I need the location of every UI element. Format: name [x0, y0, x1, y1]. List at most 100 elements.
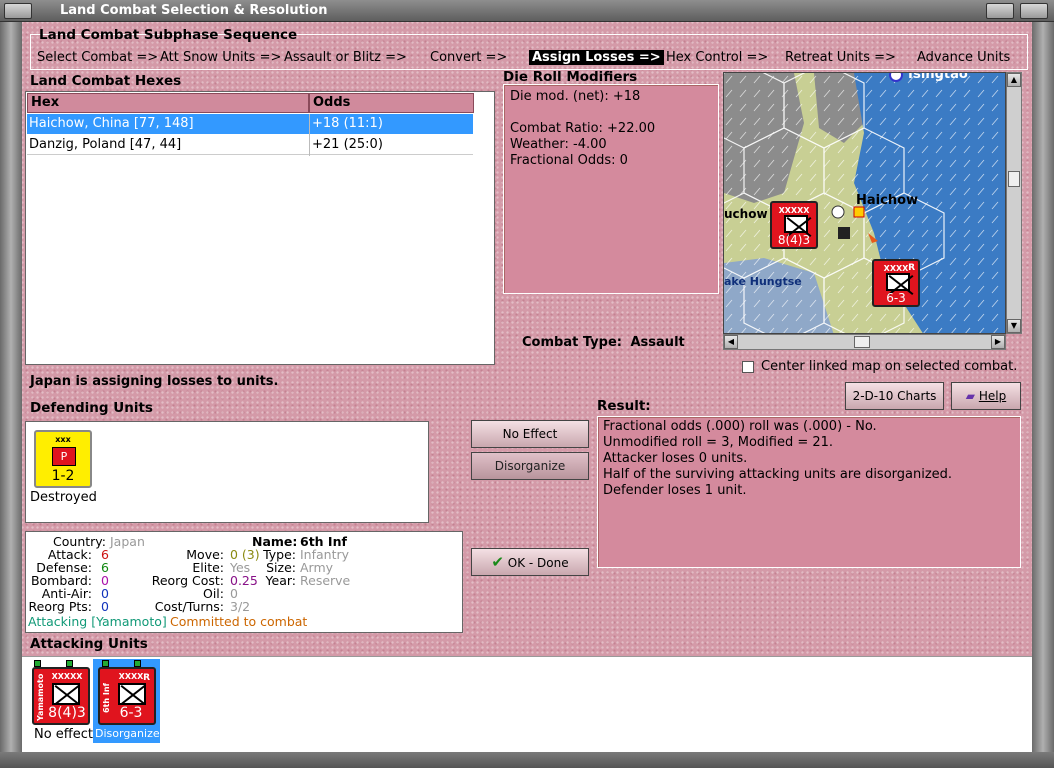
map-label-top: Tsingtao — [906, 72, 968, 82]
result-line: Defender loses 1 unit. — [603, 483, 747, 498]
table-row[interactable]: Haichow, China [77, 148] +18 (11:1) — [27, 114, 473, 134]
phase-select-combat[interactable]: Select Combat => — [37, 50, 158, 65]
result-line: Fractional odds (.000) roll was (.000) -… — [603, 419, 877, 434]
hscroll-thumb[interactable] — [854, 336, 870, 348]
attacking-unit[interactable]: 6th Inf XXXX R 6-3 — [98, 667, 156, 725]
checkmark-icon: ✔ — [491, 553, 504, 571]
center-linked-checkbox[interactable] — [742, 361, 754, 373]
die-roll-title: Die Roll Modifiers — [503, 69, 638, 85]
map-label-city: Haichow — [856, 193, 919, 208]
help-button[interactable]: ▰ Help — [951, 382, 1021, 410]
phase-convert[interactable]: Convert => — [430, 50, 507, 65]
unit-tag: R — [143, 673, 150, 683]
table-row[interactable]: Danzig, Poland [47, 44] +21 (25:0) — [27, 135, 473, 155]
unit-size: XXXXX — [51, 672, 83, 681]
charts-button[interactable]: 2-D-10 Charts — [845, 382, 944, 410]
maximize-button[interactable] — [1020, 3, 1048, 19]
phase-advance-units[interactable]: Advance Units — [917, 50, 1010, 65]
scroll-left-icon[interactable]: ◀ — [724, 335, 738, 349]
unit-strength: 6-3 — [119, 705, 143, 721]
col-header-hex[interactable]: Hex — [27, 93, 309, 113]
unit-strength: 1-2 — [51, 468, 75, 484]
fractional-odds: Fractional Odds: 0 — [510, 153, 628, 168]
map-vscrollbar[interactable]: ▲ ▼ — [1006, 72, 1022, 334]
country-value: Japan — [110, 534, 145, 549]
year-label: Year: — [265, 573, 296, 588]
defending-title: Defending Units — [30, 400, 153, 416]
cost-turns-value: 3/2 — [230, 599, 251, 614]
frame-bottom — [0, 752, 1054, 768]
result-line: Unmodified roll = 3, Modified = 21. — [603, 435, 834, 450]
map-label-lake: ake Hungtse — [724, 275, 802, 288]
unit-strength: 6-3 — [886, 291, 906, 305]
hexes-title: Land Combat Hexes — [30, 73, 182, 89]
die-roll-panel: Die mod. (net): +18 Combat Ratio: +22.00… — [503, 84, 719, 294]
infantry-symbol-icon — [52, 683, 80, 705]
unit-symbol: P — [52, 447, 76, 466]
weather-mod: Weather: -4.00 — [510, 137, 607, 152]
no-effect-button[interactable]: No Effect — [471, 420, 589, 448]
unit-caption: Disorganized — [95, 727, 167, 740]
scroll-down-icon[interactable]: ▼ — [1007, 319, 1021, 333]
ok-done-label: OK - Done — [507, 556, 569, 570]
window-title: Land Combat Selection & Resolution — [60, 3, 328, 18]
combat-type: Combat Type: Assault — [522, 335, 685, 350]
status-text: Japan is assigning losses to units. — [30, 374, 279, 389]
title-bar[interactable]: Land Combat Selection & Resolution — [0, 0, 1054, 22]
map-hscrollbar[interactable]: ◀ ▶ — [723, 334, 1006, 350]
attacking-title: Attacking Units — [30, 636, 148, 652]
cost-turns-label: Cost/Turns: — [154, 599, 224, 614]
reorg-pts-value: 0 — [101, 599, 109, 614]
unit-size: xxx — [55, 435, 71, 444]
infantry-symbol-icon — [118, 683, 146, 705]
unit-status-icon — [66, 660, 73, 667]
defending-unit[interactable]: xxx P 1-2 — [34, 430, 92, 488]
odds-cell: +21 (25:0) — [312, 137, 383, 152]
map-unit-armygroup[interactable]: XXXXX 8(4)3 — [770, 201, 818, 249]
unit-status-icon — [134, 660, 141, 667]
result-panel: Fractional odds (.000) roll was (.000) -… — [597, 416, 1021, 568]
result-title: Result: — [597, 398, 651, 414]
combat-type-label: Combat Type: — [522, 335, 622, 350]
unit-strength: 8(4)3 — [777, 233, 811, 247]
defending-units-panel: xxx P 1-2 Destroyed — [25, 421, 429, 523]
die-mod-net: Die mod. (net): +18 — [510, 89, 641, 104]
result-line: Attacker loses 0 units. — [603, 451, 748, 466]
col-header-odds[interactable]: Odds — [309, 93, 474, 113]
phase-att-snow-units[interactable]: Att Snow Units => — [160, 50, 281, 65]
unit-strength: 8(4)3 — [48, 705, 86, 721]
disorganize-button[interactable]: Disorganize — [471, 452, 589, 480]
attacking-commander: Attacking [Yamamoto] — [28, 614, 167, 629]
year-value: Reserve — [300, 573, 351, 588]
odds-cell: +18 (11:1) — [312, 116, 383, 131]
vscroll-thumb[interactable] — [1008, 171, 1020, 187]
combat-type-value: Assault — [630, 335, 685, 350]
scroll-up-icon[interactable]: ▲ — [1007, 73, 1021, 87]
window-menu-button[interactable] — [4, 3, 32, 19]
minimize-button[interactable] — [986, 3, 1014, 19]
map-unit-army[interactable]: XXXX R 6-3 — [872, 259, 920, 307]
phase-assign-losses[interactable]: Assign Losses => — [529, 50, 664, 65]
column-divider — [309, 114, 310, 156]
ok-done-button[interactable]: ✔ OK - Done — [471, 548, 589, 576]
attacking-unit[interactable]: Yamamoto XXXXX 8(4)3 — [32, 667, 90, 725]
frame-left — [0, 22, 22, 768]
reorg-pts-label: Reorg Pts: — [28, 599, 92, 614]
subphase-label: Land Combat Subphase Sequence — [39, 27, 298, 43]
unit-info-panel: Country: Japan Attack: 6 Defense: 6 Bomb… — [25, 531, 463, 633]
phase-assault-or-blitz[interactable]: Assault or Blitz => — [284, 50, 407, 65]
scroll-right-icon[interactable]: ▶ — [991, 335, 1005, 349]
infantry-symbol-icon — [886, 273, 910, 291]
phase-retreat-units[interactable]: Retreat Units => — [785, 50, 896, 65]
unit-caption: No effect — [34, 727, 94, 742]
frame-right — [1032, 22, 1054, 768]
combat-ratio: Combat Ratio: +22.00 — [510, 121, 656, 136]
phase-hex-control[interactable]: Hex Control => — [666, 50, 768, 65]
hex-cell: Danzig, Poland [47, 44] — [29, 137, 182, 152]
infantry-symbol-icon — [784, 215, 808, 233]
attacking-units-panel: Yamamoto XXXXX 8(4)3 No effect 6th Inf X… — [22, 656, 1032, 752]
unit-status-icon — [34, 660, 41, 667]
linked-map[interactable]: Tsingtao Haichow uchow ake Hungtse XXXXX… — [723, 72, 1006, 334]
help-book-icon: ▰ — [965, 389, 976, 403]
unit-tag: R — [908, 263, 915, 273]
